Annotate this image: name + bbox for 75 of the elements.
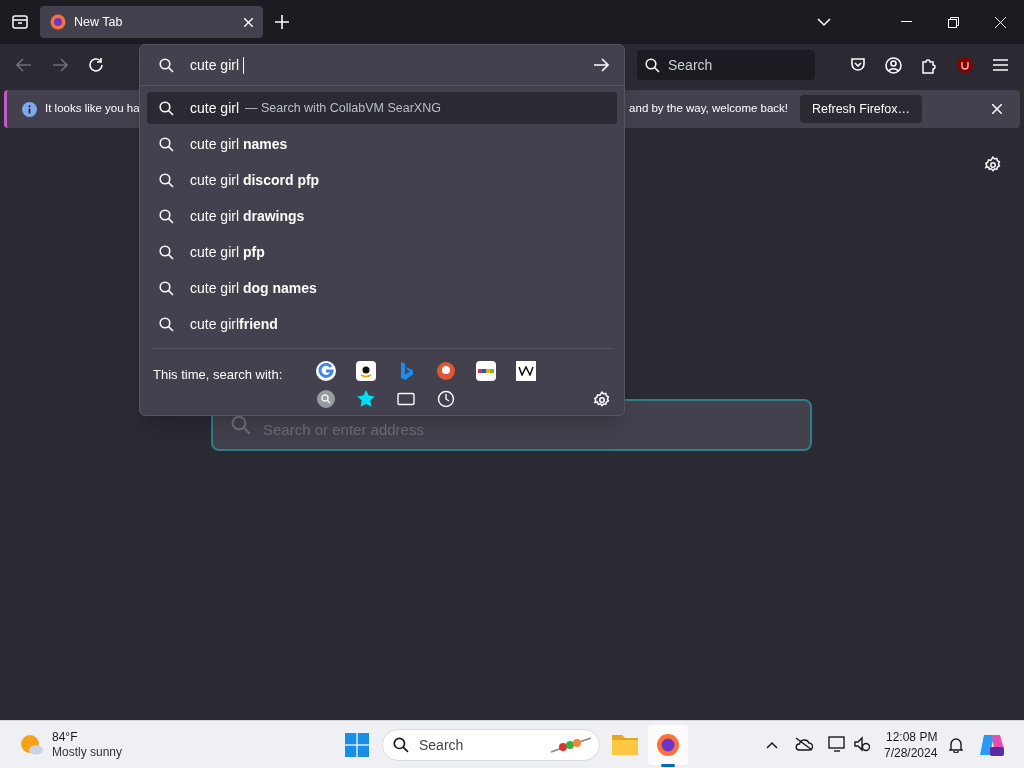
search-with-label: This time, search with: bbox=[153, 366, 284, 384]
menu-icon[interactable] bbox=[993, 59, 1008, 71]
close-icon[interactable] bbox=[992, 104, 1002, 114]
search-icon bbox=[159, 136, 174, 152]
address-field[interactable]: cute girl bbox=[190, 54, 593, 76]
suggestion-item[interactable]: cute girl dog names bbox=[147, 272, 617, 304]
duck-engine-icon[interactable] bbox=[436, 361, 456, 381]
firefox-taskbar-button[interactable] bbox=[648, 725, 688, 765]
tab-title: New Tab bbox=[74, 13, 124, 31]
search-icon bbox=[231, 415, 251, 435]
search-icon bbox=[159, 208, 174, 224]
search-icon bbox=[159, 244, 174, 260]
close-icon[interactable] bbox=[244, 17, 253, 27]
search-engine-icon[interactable] bbox=[316, 389, 336, 409]
amazon-engine-icon[interactable] bbox=[356, 361, 376, 381]
search-icon bbox=[159, 172, 174, 188]
restore-icon[interactable] bbox=[948, 16, 959, 28]
shield-icon[interactable] bbox=[956, 56, 974, 74]
notification-text: It looks like you ha bbox=[45, 101, 140, 117]
go-arrow-icon[interactable] bbox=[593, 58, 609, 72]
start-icon[interactable] bbox=[345, 733, 369, 757]
suggestion-item[interactable]: cute girl drawings bbox=[147, 200, 617, 232]
refresh-button[interactable]: Refresh Firefox… bbox=[800, 95, 922, 123]
weather-text: Mostly sunny bbox=[52, 744, 123, 760]
bookmark-star-icon[interactable] bbox=[356, 389, 376, 409]
suggestion-item[interactable]: cute girl — Search with CollabVM SearXNG bbox=[147, 92, 617, 124]
temperature-text: 84°F bbox=[52, 729, 79, 745]
close-icon[interactable] bbox=[995, 16, 1006, 28]
suggestion-item[interactable]: cute girl discord pfp bbox=[147, 164, 617, 196]
search-icon bbox=[159, 100, 174, 116]
pocket-icon[interactable] bbox=[850, 57, 866, 73]
forward-icon[interactable] bbox=[52, 58, 68, 72]
search-icon bbox=[159, 316, 174, 332]
browser-tab[interactable]: New Tab bbox=[40, 6, 263, 38]
clock-time[interactable]: 12:08 PM bbox=[886, 729, 938, 745]
reload-icon[interactable] bbox=[88, 57, 104, 73]
minimize-icon[interactable] bbox=[901, 21, 912, 23]
search-icon bbox=[393, 737, 409, 753]
search-field[interactable]: Search bbox=[637, 50, 815, 80]
settings-icon[interactable] bbox=[593, 391, 611, 409]
suggestion-action: — Search with CollabVM SearXNG bbox=[245, 99, 441, 117]
firefox-icon bbox=[50, 14, 66, 30]
search-placeholder: Search bbox=[668, 55, 713, 75]
suggestion-text: cute girl bbox=[190, 98, 240, 118]
info-icon bbox=[22, 101, 37, 117]
extensions-icon[interactable] bbox=[921, 56, 937, 74]
settings-icon[interactable] bbox=[984, 156, 1002, 174]
account-icon[interactable] bbox=[885, 56, 902, 74]
history-icon[interactable] bbox=[436, 389, 456, 409]
copilot-icon[interactable] bbox=[980, 733, 1004, 757]
suggestion-item[interactable]: cute girlfriend bbox=[147, 308, 617, 340]
google-engine-icon[interactable] bbox=[316, 361, 336, 381]
wikipedia-engine-icon[interactable] bbox=[516, 361, 536, 381]
search-icon bbox=[159, 280, 174, 296]
address-text: cute girl bbox=[190, 55, 241, 75]
monitor-icon[interactable] bbox=[828, 735, 846, 753]
chevron-down-icon[interactable] bbox=[817, 17, 831, 27]
speaker-muted-icon[interactable] bbox=[854, 736, 870, 752]
search-icon bbox=[645, 57, 660, 73]
back-icon[interactable] bbox=[16, 58, 32, 72]
ebay-engine-icon[interactable] bbox=[476, 361, 496, 381]
firefox-icon bbox=[656, 733, 680, 757]
search-placeholder: Search bbox=[419, 735, 464, 755]
notification-text: and by the way, welcome back! bbox=[629, 101, 789, 117]
cloud-off-icon[interactable] bbox=[795, 737, 813, 751]
taskbar-search-field[interactable]: Search bbox=[382, 729, 600, 761]
clock-date[interactable]: 7/28/2024 bbox=[884, 745, 938, 761]
chevron-up-icon[interactable] bbox=[766, 741, 778, 749]
suggestion-item[interactable]: cute girl pfp bbox=[147, 236, 617, 268]
bell-icon[interactable] bbox=[949, 737, 963, 753]
tab-list-icon[interactable] bbox=[11, 13, 29, 31]
suggestion-item[interactable]: cute girl names bbox=[147, 128, 617, 160]
skewer-icon bbox=[549, 734, 593, 756]
search-icon bbox=[159, 57, 174, 73]
new-tab-icon[interactable] bbox=[275, 15, 289, 29]
